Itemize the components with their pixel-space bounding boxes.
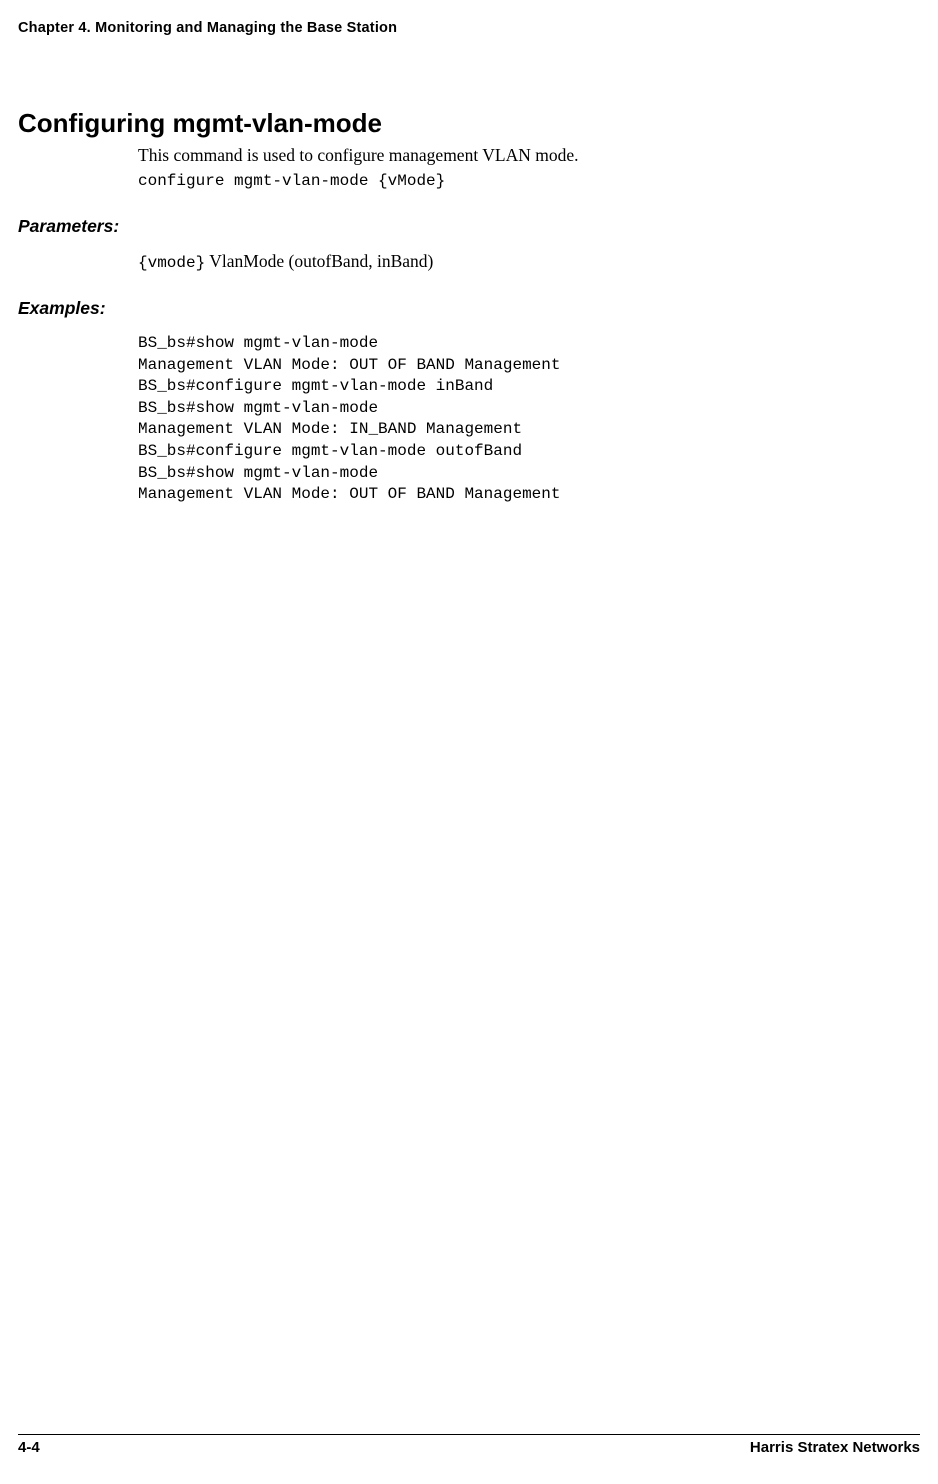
chapter-label: Chapter 4. Monitoring and Managing the B… [18,20,397,36]
page-header: Chapter 4. Monitoring and Managing the B… [18,20,920,36]
examples-code-block: BS_bs#show mgmt-vlan-mode Management VLA… [138,333,920,506]
parameter-row: {vmode} VlanMode (outofBand, inBand) [138,251,920,272]
page-number: 4-4 [18,1439,40,1456]
intro-text: This command is used to configure manage… [138,145,920,166]
section-title: Configuring mgmt-vlan-mode [18,108,920,139]
page-footer: 4-4 Harris Stratex Networks [18,1434,920,1456]
command-syntax: configure mgmt-vlan-mode {vMode} [138,172,920,190]
examples-heading: Examples: [18,298,920,319]
parameter-code: {vmode} [138,254,205,272]
parameter-description: VlanMode (outofBand, inBand) [205,251,433,271]
company-name: Harris Stratex Networks [750,1439,920,1456]
parameters-heading: Parameters: [18,216,920,237]
